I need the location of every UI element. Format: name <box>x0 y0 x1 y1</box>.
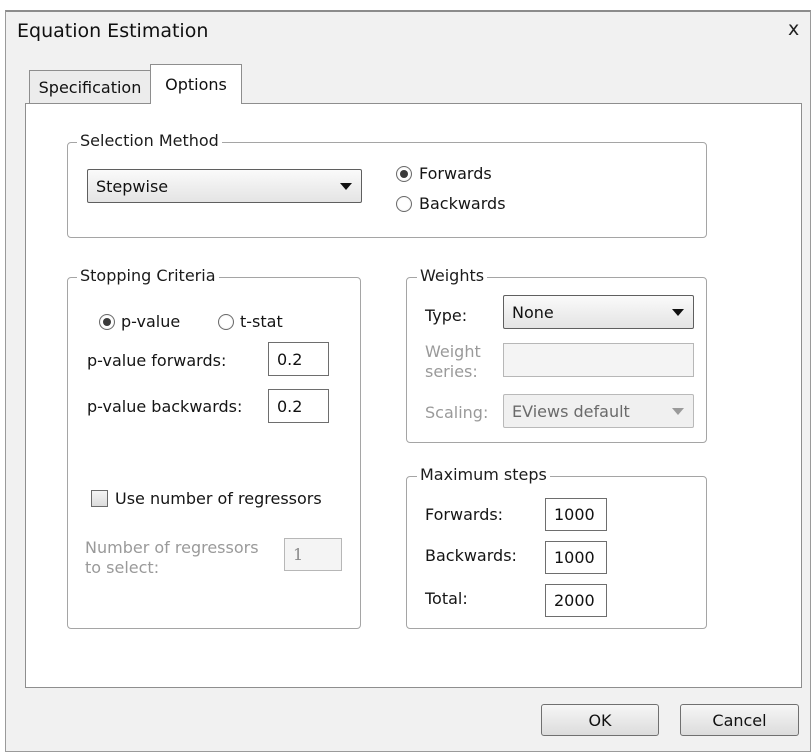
weights-legend: Weights <box>417 267 488 285</box>
num-regressors-field[interactable]: 1 <box>284 538 342 571</box>
close-icon[interactable]: x <box>788 18 799 40</box>
radio-forwards-label: Forwards <box>419 164 492 183</box>
stopping-criteria-legend: Stopping Criteria <box>77 267 219 285</box>
p-value-forwards-label: p-value forwards: <box>87 351 227 370</box>
max-forwards-label: Forwards: <box>425 505 504 524</box>
max-total-label: Total: <box>425 589 468 608</box>
weights-type-value: None <box>512 302 554 322</box>
radio-p-value-label: p-value <box>121 312 181 331</box>
chevron-down-icon <box>672 408 684 415</box>
tab-specification[interactable]: Specification <box>29 70 151 103</box>
use-regressors-label: Use number of regressors <box>115 489 322 508</box>
radio-backwards-label: Backwards <box>419 194 506 213</box>
weight-series-label-line1: Weight <box>425 342 481 361</box>
use-regressors-checkbox[interactable] <box>91 490 108 507</box>
selection-method-value: Stepwise <box>96 176 169 196</box>
dialog-title: Equation Estimation <box>17 20 209 42</box>
cancel-button[interactable]: Cancel <box>680 704 799 736</box>
weights-type-label: Type: <box>425 306 468 325</box>
radio-backwards[interactable] <box>396 196 412 212</box>
selection-method-select[interactable]: Stepwise <box>87 169 362 203</box>
radio-p-value[interactable] <box>99 314 115 330</box>
tab-options[interactable]: Options <box>150 64 242 104</box>
radio-t-stat-label: t-stat <box>240 312 283 331</box>
weights-type-select[interactable]: None <box>503 295 694 329</box>
chevron-down-icon <box>340 183 352 190</box>
radio-t-stat[interactable] <box>218 314 234 330</box>
scaling-value: EViews default <box>512 401 630 421</box>
num-regressors-label-line2: to select: <box>85 558 160 577</box>
chevron-down-icon <box>672 309 684 316</box>
p-value-backwards-label: p-value backwards: <box>87 397 243 416</box>
max-forwards-field[interactable]: 1000 <box>545 498 607 531</box>
radio-forwards[interactable] <box>396 166 412 182</box>
selection-method-legend: Selection Method <box>77 132 222 150</box>
num-regressors-label-line1: Number of regressors <box>85 538 259 557</box>
p-value-forwards-field[interactable]: 0.2 <box>268 342 329 376</box>
max-backwards-field[interactable]: 1000 <box>545 541 607 574</box>
max-backwards-label: Backwards: <box>425 546 517 565</box>
p-value-backwards-field[interactable]: 0.2 <box>268 389 329 423</box>
weight-series-label-line2: series: <box>425 362 478 381</box>
ok-button[interactable]: OK <box>541 704 659 736</box>
scaling-label: Scaling: <box>425 403 489 422</box>
weight-series-field[interactable] <box>503 343 694 377</box>
max-steps-legend: Maximum steps <box>417 466 550 484</box>
scaling-select[interactable]: EViews default <box>503 394 694 428</box>
max-total-field[interactable]: 2000 <box>545 584 607 617</box>
